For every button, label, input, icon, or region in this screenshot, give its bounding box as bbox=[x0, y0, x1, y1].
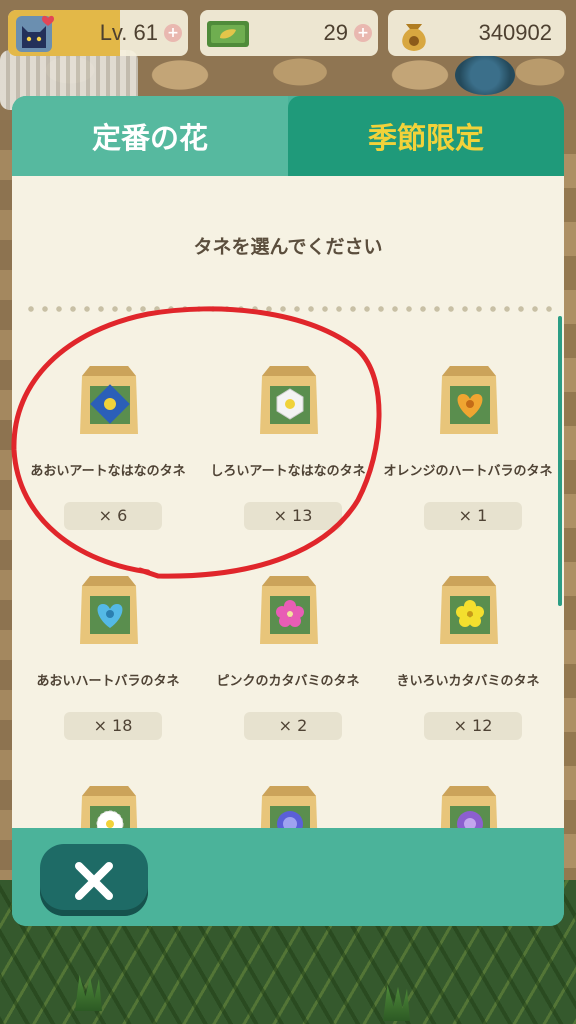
add-tickets-button[interactable]: + bbox=[354, 24, 372, 42]
seed-count: × 1 bbox=[424, 502, 522, 530]
seed-name: ピンクのカタバミのタネ bbox=[216, 674, 360, 689]
seed-card[interactable]: オレンジのハートバラのタネ × 1 bbox=[378, 356, 558, 556]
level-info-button[interactable]: + bbox=[164, 24, 182, 42]
level-value: Lv. 61 bbox=[99, 20, 158, 45]
blue-art-flower-icon bbox=[80, 366, 138, 434]
seed-card[interactable]: あおいアートなはなのタネ × 6 bbox=[18, 356, 198, 556]
dotted-divider bbox=[24, 306, 552, 312]
seed-name: きいろいカタバミのタネ bbox=[396, 674, 540, 689]
bells-value: 340902 bbox=[478, 20, 552, 45]
ticket-counter: 29 + bbox=[200, 10, 378, 56]
seed-name: しろいアートなはなのタネ bbox=[210, 464, 366, 479]
scrollbar[interactable] bbox=[558, 316, 562, 606]
tab-seasonal-limited[interactable]: 季節限定 bbox=[288, 96, 564, 176]
seed-card[interactable]: きいろいカタバミのタネ × 12 bbox=[378, 566, 558, 766]
seed-card[interactable]: ピンクのカタバミのタネ × 2 bbox=[198, 566, 378, 766]
background-planter bbox=[455, 55, 515, 95]
blue-purple-flower-icon bbox=[260, 786, 318, 828]
bell-bag-icon bbox=[402, 24, 426, 51]
seed-card[interactable] bbox=[198, 776, 378, 828]
blue-heart-rose-icon bbox=[80, 576, 138, 644]
instruction-text: タネを選んでください bbox=[193, 236, 383, 258]
seed-count: × 2 bbox=[244, 712, 342, 740]
cat-avatar-icon bbox=[16, 15, 54, 52]
seed-card[interactable]: しろいアートなはなのタネ × 13 bbox=[198, 356, 378, 556]
leaf-ticket-icon bbox=[207, 21, 249, 47]
seed-card[interactable] bbox=[18, 776, 198, 828]
seed-selection-panel: 定番の花 季節限定 タネを選んでください あおいアートなはなのタネ × 6 しろ… bbox=[12, 96, 564, 926]
level-indicator: Lv. 61 + bbox=[8, 10, 188, 56]
bells-counter: 340902 bbox=[388, 10, 566, 56]
seed-card[interactable]: あおいハートバラのタネ × 18 bbox=[18, 566, 198, 766]
tab-bar: 定番の花 季節限定 bbox=[12, 96, 564, 176]
seed-name: オレンジのハートバラのタネ bbox=[383, 464, 553, 479]
seed-count: × 12 bbox=[424, 712, 522, 740]
purple-flower-icon bbox=[440, 786, 498, 828]
ticket-value: 29 bbox=[323, 20, 348, 45]
seed-name: あおいハートバラのタネ bbox=[36, 674, 180, 689]
pink-oxalis-icon bbox=[260, 576, 318, 644]
seed-card[interactable] bbox=[378, 776, 558, 828]
orange-heart-rose-icon bbox=[440, 366, 498, 434]
seed-name: あおいアートなはなのタネ bbox=[30, 464, 186, 479]
close-button[interactable] bbox=[40, 844, 148, 916]
tab-standard-flowers[interactable]: 定番の花 bbox=[12, 96, 288, 176]
background-edge-right bbox=[564, 120, 576, 880]
yellow-oxalis-icon bbox=[440, 576, 498, 644]
white-art-flower-icon bbox=[260, 366, 318, 434]
seed-count: × 18 bbox=[64, 712, 162, 740]
seed-count: × 13 bbox=[244, 502, 342, 530]
close-icon bbox=[75, 862, 113, 900]
seed-list-area: タネを選んでください あおいアートなはなのタネ × 6 しろいアートなはなのタネ… bbox=[12, 176, 564, 828]
seed-count: × 6 bbox=[64, 502, 162, 530]
white-flower-icon bbox=[80, 786, 138, 828]
